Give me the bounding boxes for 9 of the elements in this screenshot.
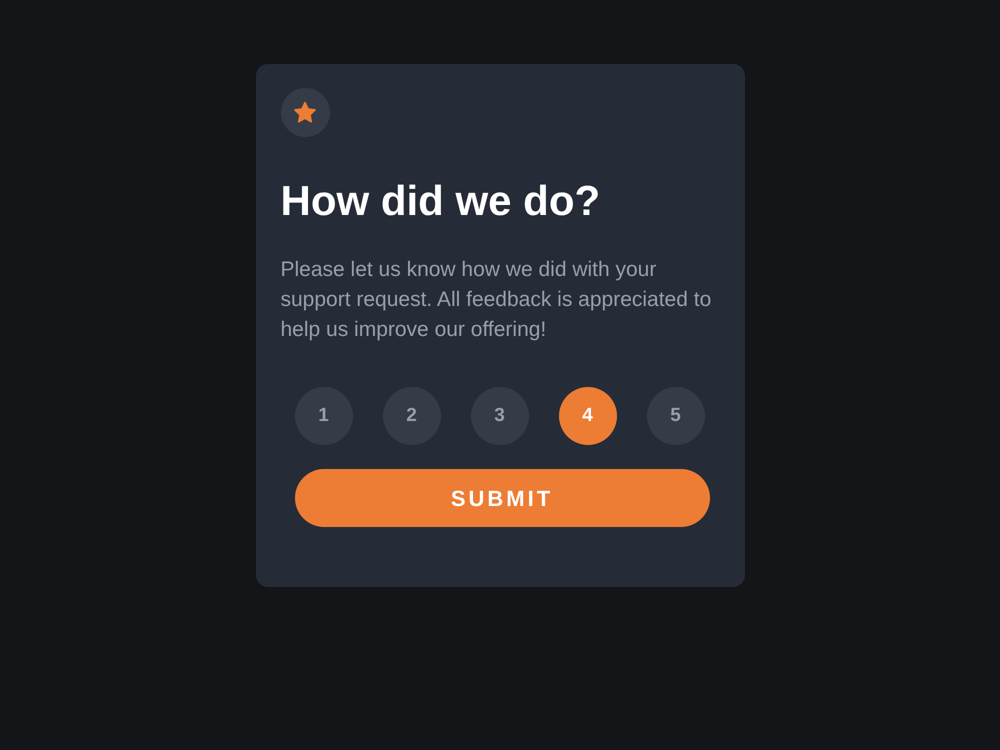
submit-button[interactable]: SUBMIT (294, 469, 710, 527)
rating-option[interactable]: 4 (558, 387, 616, 445)
rating-option[interactable]: 1 (294, 387, 352, 445)
rating-option[interactable]: 3 (470, 387, 528, 445)
card-title: How did we do? (280, 176, 602, 226)
star-icon (293, 101, 317, 124)
rating-option[interactable]: 2 (382, 387, 440, 445)
rating-option[interactable]: 5 (646, 387, 704, 445)
card-description: Please let us know how we did with your support request. All feedback is appreciated to help us improve our offering! (280, 257, 712, 343)
